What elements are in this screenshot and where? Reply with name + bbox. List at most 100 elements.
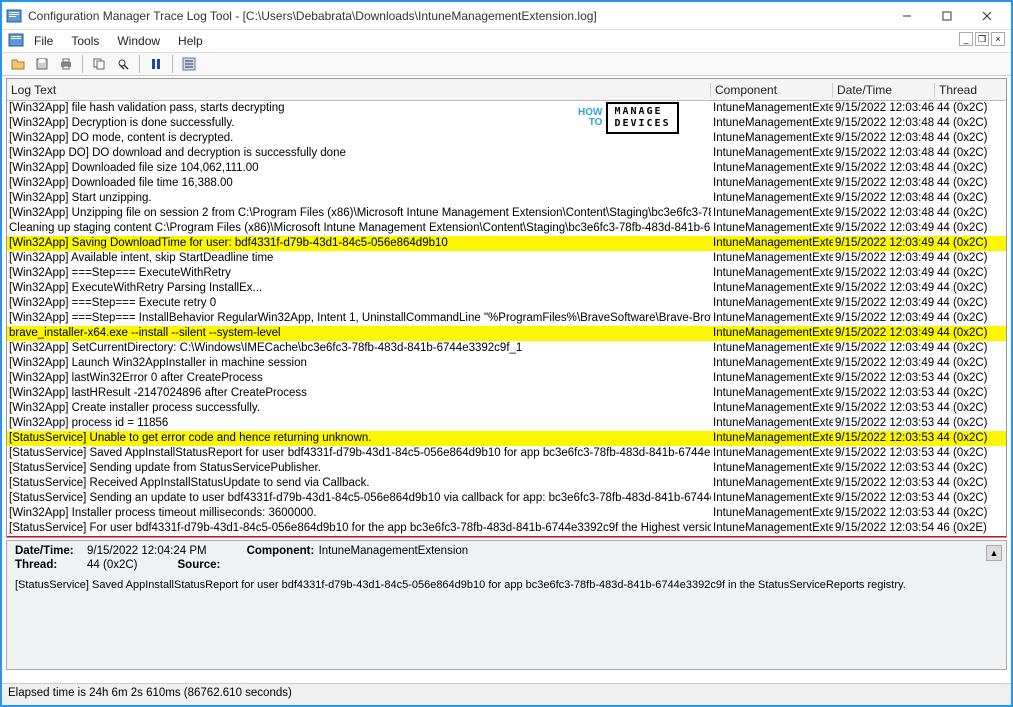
cell-log: [Win32App] process id = 11856 [7,416,711,431]
cell-date: 9/15/2022 12:03:53 PM [833,371,935,386]
cell-log: [Win32App] ===Step=== InstallBehavior Re… [7,311,711,326]
column-thread[interactable]: Thread [935,83,1006,97]
menu-window[interactable]: Window [109,32,168,50]
table-row[interactable]: [Win32App] Downloaded file time 16,388.0… [7,176,1006,191]
table-row[interactable]: [Win32App] Downloaded file size 104,062,… [7,161,1006,176]
cell-component: IntuneManagementExtensi [711,221,833,236]
cell-date: 9/15/2022 12:03:48 PM [833,161,935,176]
cell-log: Cleaning up staging content C:\Program F… [7,221,711,236]
cell-log: [StatusService] Saved AppInstallStatusRe… [7,446,711,461]
table-row[interactable]: [Win32App] Decryption is done successful… [7,116,1006,131]
table-row[interactable]: [Win32App] Installer process timeout mil… [7,506,1006,521]
table-row[interactable]: [Win32App] Available intent, skip StartD… [7,251,1006,266]
copy-icon[interactable] [89,54,109,74]
cell-component: IntuneManagementExtensi [711,146,833,161]
cell-thread: 44 (0x2C) [935,401,1006,416]
cell-component: IntuneManagementExtensi [711,476,833,491]
table-row[interactable]: [Win32App] Launch Win32AppInstaller in m… [7,356,1006,371]
cell-date: 9/15/2022 12:03:54 PM [833,521,935,536]
toolbar-separator [172,55,173,73]
table-row[interactable]: [StatusService] Received AppInstallStatu… [7,476,1006,491]
cell-date: 9/15/2022 12:03:53 PM [833,416,935,431]
save-icon[interactable] [32,54,52,74]
menu-help[interactable]: Help [170,32,211,50]
table-row[interactable]: [Win32App] process id = 11856IntuneManag… [7,416,1006,431]
log-grid[interactable]: Log Text Component Date/Time Thread [Win… [6,78,1007,538]
cell-component: IntuneManagementExtensi [711,206,833,221]
table-row[interactable]: [Win32App] Saving DownloadTime for user:… [7,236,1006,251]
cell-component: IntuneManagementExtensi [711,266,833,281]
cell-component: IntuneManagementExtensi [711,281,833,296]
cell-thread: 44 (0x2C) [935,101,1006,116]
mdi-minimize-button[interactable]: _ [959,32,973,46]
mdi-close-button[interactable]: × [991,32,1005,46]
table-row[interactable]: [Win32App] ===Step=== Execute retry 0Int… [7,296,1006,311]
menu-tools[interactable]: Tools [63,32,107,50]
table-row[interactable]: [Win32App] lastHResult -2147024896 after… [7,386,1006,401]
find-icon[interactable] [113,54,133,74]
status-bar: Elapsed time is 24h 6m 2s 610ms (86762.6… [2,683,1011,705]
detail-component-value: IntuneManagementExtension [319,545,469,557]
table-row[interactable]: GetRegistryValue encountered an exceptio… [7,536,1006,537]
toolbar-separator [82,55,83,73]
table-row[interactable]: [StatusService] Sending update from Stat… [7,461,1006,476]
cell-component: IntuneManagementExtensi [711,236,833,251]
cell-component: IntuneManagementExtensi [711,401,833,416]
table-row[interactable]: [Win32App] SetCurrentDirectory: C:\Windo… [7,341,1006,356]
cell-log: [Win32App DO] DO download and decryption… [7,146,711,161]
table-row[interactable]: [Win32App] file hash validation pass, st… [7,101,1006,116]
column-date-time[interactable]: Date/Time [833,83,935,97]
cell-component: IntuneManagementExtensi [711,101,833,116]
cell-date: 9/15/2022 12:03:53 PM [833,491,935,506]
minimize-button[interactable] [887,4,927,28]
cell-component: IntuneManagementExtensi [711,521,833,536]
cell-thread: 44 (0x2C) [935,386,1006,401]
cell-thread: 44 (0x2C) [935,251,1006,266]
cell-thread: 44 (0x2C) [935,446,1006,461]
table-row[interactable]: [Win32App] Unzipping file on session 2 f… [7,206,1006,221]
menu-file[interactable]: File [26,32,61,50]
cell-date: 9/15/2022 12:03:48 PM [833,116,935,131]
cell-log: [Win32App] SetCurrentDirectory: C:\Windo… [7,341,711,356]
print-icon[interactable] [56,54,76,74]
cell-date: 9/15/2022 12:03:49 PM [833,356,935,371]
table-row[interactable]: [Win32App] DO mode, content is decrypted… [7,131,1006,146]
cell-thread: 44 (0x2C) [935,506,1006,521]
table-row[interactable]: [Win32App] ===Step=== InstallBehavior Re… [7,311,1006,326]
cell-date: 9/15/2022 12:03:49 PM [833,296,935,311]
column-component[interactable]: Component [711,83,833,97]
table-row[interactable]: [Win32App] lastWin32Error 0 after Create… [7,371,1006,386]
cell-thread: 44 (0x2C) [935,236,1006,251]
cell-thread: 44 (0x2C) [935,356,1006,371]
cell-thread: 44 (0x2C) [935,281,1006,296]
mdi-restore-button[interactable]: ❐ [975,32,989,46]
scroll-up-icon[interactable]: ▲ [986,545,1002,561]
table-row[interactable]: Cleaning up staging content C:\Program F… [7,221,1006,236]
list-icon[interactable] [179,54,199,74]
maximize-button[interactable] [927,4,967,28]
table-row[interactable]: brave_installer-x64.exe --install --sile… [7,326,1006,341]
table-row[interactable]: [Win32App] ExecuteWithRetry Parsing Inst… [7,281,1006,296]
cell-date: 9/15/2022 12:03:49 PM [833,266,935,281]
grid-body[interactable]: [Win32App] file hash validation pass, st… [7,101,1006,537]
table-row[interactable]: [Win32App] Create installer process succ… [7,401,1006,416]
cell-log: [Win32App] Available intent, skip StartD… [7,251,711,266]
table-row[interactable]: [Win32App DO] DO download and decryption… [7,146,1006,161]
table-row[interactable]: [Win32App] ===Step=== ExecuteWithRetryIn… [7,266,1006,281]
close-button[interactable] [967,4,1007,28]
table-row[interactable]: [StatusService] Saved AppInstallStatusRe… [7,446,1006,461]
cell-date: 9/15/2022 12:03:49 PM [833,221,935,236]
open-icon[interactable] [8,54,28,74]
cell-component: IntuneManagementExtensi [711,341,833,356]
table-row[interactable]: [StatusService] For user bdf4331f-d79b-4… [7,521,1006,536]
table-row[interactable]: [Win32App] Start unzipping.IntuneManagem… [7,191,1006,206]
column-log-text[interactable]: Log Text [7,83,711,97]
pause-icon[interactable] [146,54,166,74]
detail-pane: ▲ Date/Time:9/15/2022 12:04:24 PM Compon… [6,540,1007,670]
detail-datetime-value: 9/15/2022 12:04:24 PM [87,545,207,557]
cell-component: IntuneManagementExtensi [711,461,833,476]
table-row[interactable]: [StatusService] Unable to get error code… [7,431,1006,446]
cell-thread: 46 (0x2E) [935,536,1006,537]
cell-date: 9/15/2022 12:03:48 PM [833,131,935,146]
table-row[interactable]: [StatusService] Sending an update to use… [7,491,1006,506]
